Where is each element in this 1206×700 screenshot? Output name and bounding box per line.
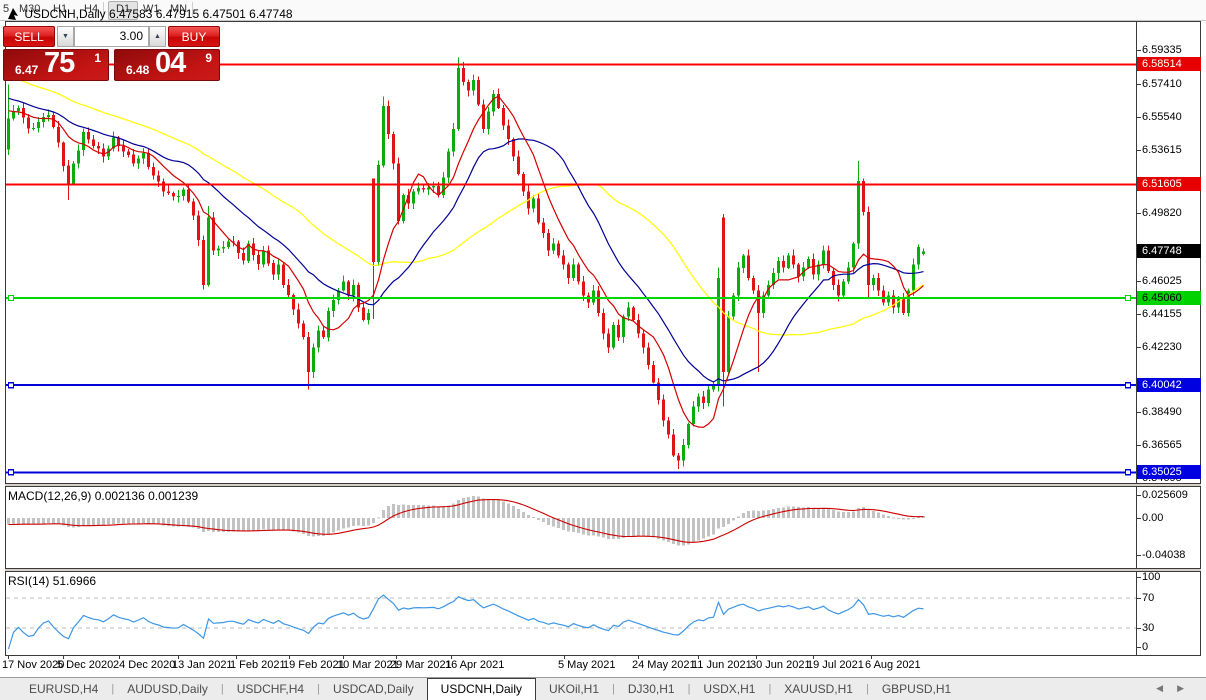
rsi-tick-label: 30 xyxy=(1142,622,1154,634)
rsi-tick-tickmark xyxy=(1136,598,1141,599)
price-tick-label: 6.49820 xyxy=(1142,207,1182,219)
macd-tick-label: 0.00 xyxy=(1142,512,1163,524)
date-label: 29 Mar 2021 xyxy=(390,659,452,671)
volume-input[interactable]: 3.00 xyxy=(74,26,149,47)
price-tick-tickmark xyxy=(1136,445,1141,446)
price-badge-6.35025: 6.35025 xyxy=(1137,465,1201,479)
date-label: 1 Feb 2021 xyxy=(230,659,286,671)
date-label: 16 Apr 2021 xyxy=(445,659,504,671)
tabbar-left-pad xyxy=(0,678,16,700)
price-tick-label: 6.57410 xyxy=(1142,78,1182,90)
chart-symbol-period: USDCNH,Daily xyxy=(24,7,105,21)
date-label: 5 Dec 2020 xyxy=(57,659,113,671)
one-click-trading-arrow-icon[interactable] xyxy=(7,7,21,20)
price-badge-6.51605: 6.51605 xyxy=(1137,177,1201,191)
chart-title: USDCNH,Daily 6.47583 6.47915 6.47501 6.4… xyxy=(7,5,293,19)
date-label: 19 Jul 2021 xyxy=(807,659,864,671)
chart-tab-GBPUSD-H1[interactable]: GBPUSD,H1 xyxy=(869,678,964,700)
price-badge-6.40042: 6.40042 xyxy=(1137,378,1201,392)
volume-decrease-button[interactable]: ▼ xyxy=(57,26,74,47)
date-label: 6 Aug 2021 xyxy=(865,659,921,671)
sell-button[interactable]: SELL xyxy=(3,26,55,47)
rsi-tick-label: 70 xyxy=(1142,592,1154,604)
price-tick-label: 6.38490 xyxy=(1142,406,1182,418)
sell-price-box[interactable]: 6.47 75 1 xyxy=(3,49,109,81)
price-tick-label: 6.44155 xyxy=(1142,308,1182,320)
tab-scroll-left-icon[interactable]: ◀ xyxy=(1156,683,1177,693)
rsi-tick-label: 100 xyxy=(1142,571,1160,583)
rsi-tick-tickmark xyxy=(1136,647,1141,648)
rsi-value: 51.6966 xyxy=(53,574,96,588)
tabs-container: EURUSD,H4|AUDUSD,Daily|USDCHF,H4|USDCAD,… xyxy=(16,678,964,700)
macd-value-signal: 0.001239 xyxy=(148,489,198,503)
buy-price-big: 04 xyxy=(155,47,185,80)
rsi-name: RSI(14) xyxy=(8,574,49,588)
price-badge-6.47748: 6.47748 xyxy=(1137,244,1201,258)
chart-tab-USDCHF-H4[interactable]: USDCHF,H4 xyxy=(224,678,317,700)
macd-tick-tickmark xyxy=(1136,555,1141,556)
sell-price-sup: 1 xyxy=(94,51,101,65)
date-label: 19 Feb 2021 xyxy=(283,659,345,671)
macd-value-main: 0.002136 xyxy=(95,489,145,503)
price-tick-tickmark xyxy=(1136,117,1141,118)
price-tick-tickmark xyxy=(1136,347,1141,348)
date-label: 24 May 2021 xyxy=(632,659,696,671)
price-tick-label: 6.36565 xyxy=(1142,439,1182,451)
price-tick-label: 6.59335 xyxy=(1142,44,1182,56)
price-tick-label: 6.46025 xyxy=(1142,275,1182,287)
chart-tab-USDX-H1[interactable]: USDX,H1 xyxy=(690,678,768,700)
buy-price-sup: 9 xyxy=(205,51,212,65)
rsi-tick-label: 0 xyxy=(1142,641,1148,653)
chart-tab-AUDUSD-Daily[interactable]: AUDUSD,Daily xyxy=(114,678,221,700)
chart-ohlc-values: 6.47583 6.47915 6.47501 6.47748 xyxy=(109,7,293,21)
one-click-trade-panel: SELL ▼ 3.00 ▲ BUY 6.47 75 1 6.48 04 9 xyxy=(3,26,220,79)
tab-scroll-arrows: ◀▶ xyxy=(1156,683,1198,694)
rsi-tick-tickmark xyxy=(1136,628,1141,629)
macd-tick-tickmark xyxy=(1136,518,1141,519)
price-chart-canvas[interactable] xyxy=(0,0,1206,700)
chart-tab-UKOil-H1[interactable]: UKOil,H1 xyxy=(536,678,612,700)
price-tick-tickmark xyxy=(1136,213,1141,214)
macd-label: MACD(12,26,9) 0.002136 0.001239 xyxy=(8,489,198,503)
chart-tab-bar: EURUSD,H4|AUDUSD,Daily|USDCHF,H4|USDCAD,… xyxy=(0,677,1206,700)
buy-button[interactable]: BUY xyxy=(168,26,220,47)
date-label: 11 Jun 2021 xyxy=(692,659,752,671)
date-label: 5 May 2021 xyxy=(558,659,615,671)
chart-tab-EURUSD-H4[interactable]: EURUSD,H4 xyxy=(16,678,111,700)
price-badge-6.58514: 6.58514 xyxy=(1137,57,1201,71)
price-tick-label: 6.42230 xyxy=(1142,341,1182,353)
macd-tick-tickmark xyxy=(1136,495,1141,496)
volume-increase-button[interactable]: ▲ xyxy=(149,26,166,47)
price-tick-label: 6.53615 xyxy=(1142,144,1182,156)
chart-tab-DJ30-H1[interactable]: DJ30,H1 xyxy=(615,678,688,700)
price-tick-tickmark xyxy=(1136,50,1141,51)
price-tick-label: 6.55540 xyxy=(1142,111,1182,123)
tab-scroll-right-icon[interactable]: ▶ xyxy=(1177,683,1198,693)
date-label: 30 Jun 2021 xyxy=(750,659,811,671)
rsi-tick-tickmark xyxy=(1136,577,1141,578)
price-tick-tickmark xyxy=(1136,150,1141,151)
macd-tick-label: -0.04038 xyxy=(1142,549,1185,561)
macd-name: MACD(12,26,9) xyxy=(8,489,91,503)
date-label: 13 Jan 2021 xyxy=(172,659,233,671)
chart-tab-USDCAD-Daily[interactable]: USDCAD,Daily xyxy=(320,678,427,700)
buy-price-small: 6.48 xyxy=(126,63,149,77)
sell-price-small: 6.47 xyxy=(15,63,38,77)
price-tick-tickmark xyxy=(1136,412,1141,413)
sell-price-big: 75 xyxy=(44,47,74,80)
buy-price-box[interactable]: 6.48 04 9 xyxy=(114,49,220,81)
rsi-label: RSI(14) 51.6966 xyxy=(8,574,96,588)
macd-tick-label: 0.025609 xyxy=(1142,489,1188,501)
price-tick-tickmark xyxy=(1136,281,1141,282)
date-label: 24 Dec 2020 xyxy=(113,659,175,671)
price-badge-6.45060: 6.45060 xyxy=(1137,291,1201,305)
chart-tab-XAUUSD-H1[interactable]: XAUUSD,H1 xyxy=(771,678,866,700)
price-tick-tickmark xyxy=(1136,84,1141,85)
price-tick-tickmark xyxy=(1136,314,1141,315)
chart-tab-USDCNH-Daily[interactable]: USDCNH,Daily xyxy=(427,678,536,700)
trading-app-window: 5M30H1H4D1W1MN USDCNH,Daily 6.47583 6.47… xyxy=(0,0,1206,700)
date-label: 17 Nov 2020 xyxy=(2,659,64,671)
